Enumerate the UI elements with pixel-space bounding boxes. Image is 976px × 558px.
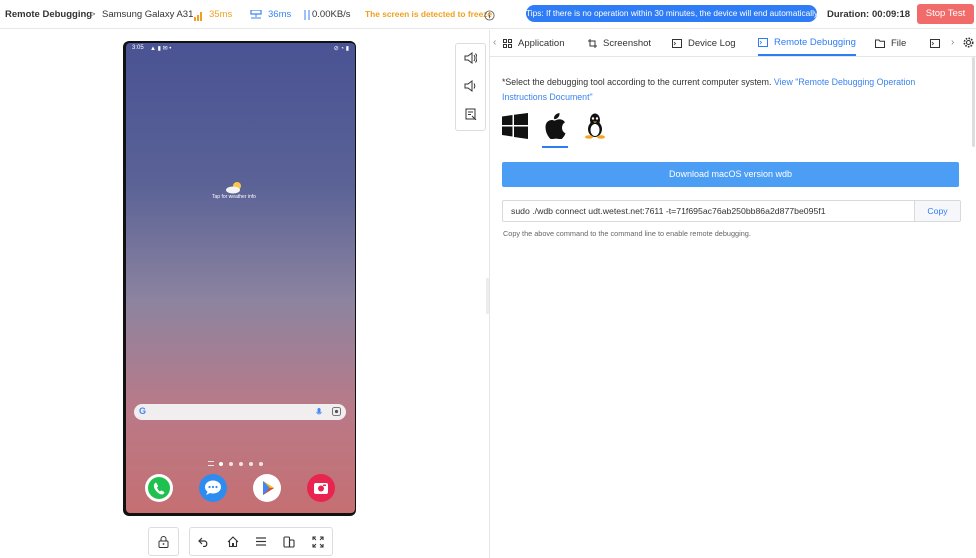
lock-icon: [158, 535, 169, 548]
scrollbar[interactable]: [972, 57, 975, 147]
messages-app-icon[interactable]: [199, 474, 227, 502]
tab-label: Device Log: [688, 37, 736, 49]
signal-bars-icon: [194, 8, 204, 26]
tab-label: Remote Debugging: [774, 36, 856, 48]
tab-terminal[interactable]: [930, 30, 940, 56]
tab-label: File: [891, 37, 907, 49]
volume-down-button[interactable]: [456, 72, 485, 100]
weather-icon[interactable]: [224, 180, 246, 194]
instruction-link-1[interactable]: View "Remote Debugging Operation: [774, 77, 915, 87]
stop-test-button[interactable]: Stop Test: [917, 4, 974, 24]
terminal-icon: [930, 38, 940, 48]
screenshot-icon: [465, 108, 476, 120]
crop-icon: [588, 38, 597, 48]
terminal-icon: [758, 37, 768, 47]
windows-icon[interactable]: [502, 113, 528, 139]
tab-device-log[interactable]: Device Log: [672, 30, 736, 56]
speaker-loud-icon: [464, 52, 477, 64]
tab-application[interactable]: Application: [503, 30, 564, 56]
grid-icon: [503, 38, 512, 48]
folder-icon: [875, 39, 885, 48]
breadcrumb-separator: >: [90, 9, 96, 20]
tab-bar: ‹ Application Screenshot Device Log Remo…: [490, 30, 976, 57]
resize-handle[interactable]: [486, 278, 489, 314]
volume-up-button[interactable]: [456, 44, 485, 72]
menu-icon[interactable]: [255, 536, 267, 547]
tab-remote-debugging[interactable]: Remote Debugging: [758, 30, 856, 56]
header-bar: Remote Debugging > Samsung Galaxy A31 35…: [0, 0, 976, 29]
copy-button[interactable]: Copy: [914, 201, 960, 221]
phone-app-icon[interactable]: [145, 474, 173, 502]
page-menu-indicator: [208, 461, 214, 466]
command-text[interactable]: sudo ./wdb connect udt.wetest.net:7611 -…: [511, 201, 826, 221]
page-indicator: [208, 453, 278, 466]
tab-scroll-right-icon[interactable]: ›: [951, 37, 954, 48]
panel-divider: [489, 30, 490, 558]
freeze-warning: The screen is detected to freeze: [365, 9, 493, 19]
apple-icon[interactable]: [543, 112, 567, 139]
command-hint: Copy the above command to the command li…: [503, 229, 751, 238]
tab-file[interactable]: File: [875, 30, 906, 56]
instruction-label: *Select the debugging tool according to …: [502, 77, 772, 87]
back-icon[interactable]: [198, 536, 210, 547]
status-time: 3:05: [132, 45, 144, 51]
lock-button[interactable]: [148, 527, 179, 556]
instruction-text: *Select the debugging tool according to …: [502, 75, 942, 105]
tab-screenshot[interactable]: Screenshot: [588, 30, 651, 56]
play-store-icon[interactable]: [253, 474, 281, 502]
latency-value-2: 36ms: [268, 9, 292, 20]
status-notification-icons: ▲ ▮ ✉ •: [150, 46, 172, 52]
weather-label: Tap for weather info: [212, 194, 256, 200]
network-icon: [250, 8, 262, 26]
linux-icon[interactable]: [583, 112, 607, 139]
lens-icon[interactable]: [332, 407, 341, 416]
navigation-toolbar: [189, 527, 333, 556]
duration-value: 00:09:18: [872, 9, 911, 20]
phone-screen[interactable]: 3:05 ▲ ▮ ✉ • ⊘ ◔ ▮ Tap for weather info …: [126, 43, 355, 513]
tab-scroll-left-icon[interactable]: ‹: [493, 37, 496, 48]
terminal-icon: [672, 38, 682, 48]
bandwidth-icon: [303, 8, 311, 26]
page-title: Remote Debugging: [5, 9, 93, 20]
google-icon: G: [139, 406, 147, 416]
bandwidth-value: 0.00KB/s: [312, 9, 351, 20]
volume-control-panel: [455, 43, 486, 131]
status-system-icons: ⊘ ◔ ▮: [333, 46, 349, 52]
fullscreen-icon[interactable]: [312, 535, 324, 548]
rotate-icon[interactable]: [283, 535, 295, 548]
download-wdb-button[interactable]: Download macOS version wdb: [502, 162, 959, 187]
command-box: sudo ./wdb connect udt.wetest.net:7611 -…: [502, 200, 961, 222]
latency-value: 35ms: [209, 9, 233, 20]
microphone-icon[interactable]: [316, 408, 322, 417]
info-icon[interactable]: [484, 8, 495, 26]
screenshot-button[interactable]: [456, 100, 485, 128]
device-name: Samsung Galaxy A31: [102, 9, 194, 20]
home-icon[interactable]: [227, 536, 239, 547]
instruction-link-2[interactable]: Instructions Document": [502, 92, 593, 102]
duration-label: Duration:: [827, 9, 870, 20]
camera-app-icon[interactable]: [307, 474, 335, 502]
google-search-bar[interactable]: G: [134, 404, 346, 420]
speaker-quiet-icon: [464, 80, 476, 92]
settings-gear-icon[interactable]: [963, 37, 974, 48]
tab-label: Application: [518, 37, 565, 49]
tab-label: Screenshot: [603, 37, 652, 49]
tips-banner: Tips: If there is no operation within 30…: [526, 5, 820, 22]
os-selected-indicator: [542, 146, 568, 148]
